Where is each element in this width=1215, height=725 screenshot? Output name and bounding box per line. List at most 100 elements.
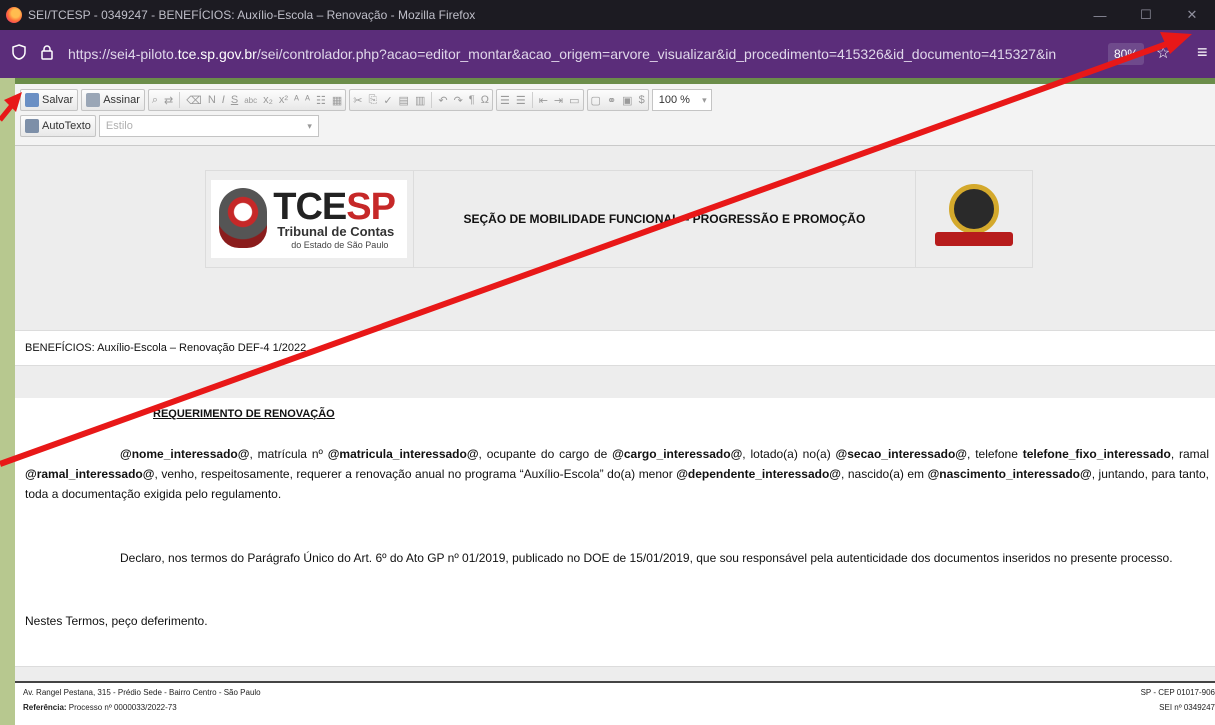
- logo-cell: TCESP Tribunal de Contas do Estado de Sã…: [206, 171, 414, 267]
- superscript-button[interactable]: x²: [279, 94, 288, 106]
- text-size-icon[interactable]: ᴬ: [305, 94, 310, 106]
- text-run: , nascido(a) em: [841, 467, 928, 481]
- case-icon[interactable]: ᴬ: [294, 94, 299, 106]
- bold-button[interactable]: N: [208, 94, 216, 106]
- sign-button[interactable]: Assinar: [81, 89, 145, 111]
- replace-icon[interactable]: ⇄: [164, 94, 173, 107]
- window-titlebar: SEI/TCESP - 0349247 - BENEFÍCIOS: Auxíli…: [0, 0, 1215, 30]
- url-path: /sei/controlador.php?acao=editor_montar&…: [256, 46, 1057, 62]
- dollar-icon[interactable]: $: [639, 94, 645, 106]
- emblem-icon: [935, 184, 1014, 254]
- url-bar: https://sei4-piloto.tce.sp.gov.br/sei/co…: [0, 30, 1215, 78]
- url-domain: tce.sp.gov.br: [177, 46, 257, 62]
- eraser-icon[interactable]: ⌫: [186, 94, 202, 107]
- toolbar-row-2: AutoTexto Estilo: [20, 114, 319, 138]
- text-run: , telefone: [967, 447, 1023, 461]
- toolbar-row-1: Salvar Assinar ⌕ ⇄ ⌫ N I S abc x₂ x² ᴬ ᴬ…: [20, 88, 712, 112]
- block-icon[interactable]: ▢: [591, 94, 601, 107]
- lock-icon[interactable]: [38, 44, 56, 64]
- outdent-icon[interactable]: ⇤: [539, 94, 548, 107]
- logo-tce: TCE: [273, 186, 347, 228]
- field-nascimento: @nascimento_interessado@: [927, 467, 1092, 481]
- paragraph-closing: Nestes Termos, peço deferimento.: [25, 614, 208, 628]
- sp-seal-icon: [219, 188, 268, 248]
- list-style-icon[interactable]: ☷: [316, 94, 326, 107]
- emblem-ring: [949, 184, 1000, 234]
- header-region: TCESP Tribunal de Contas do Estado de Sã…: [15, 146, 1215, 330]
- field-ramal: @ramal_interessado@: [25, 467, 155, 481]
- field-cargo: @cargo_interessado@: [612, 447, 743, 461]
- paste-text-icon[interactable]: ▥: [415, 94, 425, 107]
- bookmark-star-icon[interactable]: ☆: [1156, 43, 1170, 63]
- zoom-indicator[interactable]: 80%: [1108, 43, 1145, 65]
- window-controls: — ☐ ✕: [1077, 0, 1215, 30]
- spellcheck-icon[interactable]: ✓: [383, 94, 392, 107]
- document-editor[interactable]: TCESP Tribunal de Contas do Estado de Sã…: [15, 146, 1215, 725]
- minimize-icon[interactable]: —: [1077, 0, 1123, 30]
- link-icon[interactable]: ⚭: [607, 94, 616, 107]
- firefox-icon: [6, 7, 22, 23]
- text-run: , ramal: [1170, 447, 1209, 461]
- save-button[interactable]: Salvar: [20, 89, 79, 111]
- autotext-button[interactable]: AutoTexto: [20, 115, 96, 137]
- indent-icon[interactable]: ⇥: [554, 94, 563, 107]
- subscript-button[interactable]: x₂: [263, 94, 273, 106]
- pilcrow-icon[interactable]: ¶: [469, 94, 475, 106]
- toolbar-separator: [179, 92, 181, 108]
- maximize-icon[interactable]: ☐: [1123, 0, 1169, 30]
- hamburger-menu-icon[interactable]: ≡: [1197, 42, 1208, 63]
- logo-wordmark: TCESP: [273, 186, 396, 229]
- header-table: TCESP Tribunal de Contas do Estado de Sã…: [205, 170, 1033, 268]
- copy-icon[interactable]: ⎘: [369, 94, 378, 107]
- paragraph-declaration: Declaro, nos termos do Parágrafo Único d…: [120, 551, 1173, 565]
- toolbar-separator: [531, 92, 533, 108]
- format-group: ⌕ ⇄ ⌫ N I S abc x₂ x² ᴬ ᴬ ☷ ▦: [147, 89, 347, 111]
- editor-toolbar: Salvar Assinar ⌕ ⇄ ⌫ N I S abc x₂ x² ᴬ ᴬ…: [15, 84, 1215, 146]
- paragraph-group: ☰ ☰ ⇤ ⇥ ▭: [495, 89, 584, 111]
- footer-sei-number: SEI nº 0349247: [1159, 703, 1215, 712]
- bullet-list-icon[interactable]: ☰: [516, 94, 526, 107]
- redo-icon[interactable]: ↷: [454, 94, 463, 107]
- style-select[interactable]: Estilo: [98, 115, 319, 137]
- footer-ref-label: Referência:: [23, 703, 67, 712]
- sign-label: Assinar: [103, 94, 140, 106]
- url-input[interactable]: https://sei4-piloto.tce.sp.gov.br/sei/co…: [68, 46, 1090, 62]
- emblem-cell: [916, 171, 1032, 267]
- paragraph-request: @nome_interessado@, matrícula nº @matric…: [25, 444, 1209, 504]
- footer-address: Av. Rangel Pestana, 315 - Prédio Sede - …: [23, 688, 261, 697]
- text-run: , venho, respeitosamente, requerer a ren…: [154, 467, 677, 481]
- close-icon[interactable]: ✕: [1169, 0, 1215, 30]
- text-run: , matrícula nº: [249, 447, 328, 461]
- logo-subtitle: Tribunal de Contas: [277, 224, 395, 239]
- autotext-icon: [25, 119, 39, 133]
- undo-icon[interactable]: ↶: [438, 94, 447, 107]
- zoom-select[interactable]: 100 %: [651, 89, 712, 111]
- numbered-list-icon[interactable]: ☰: [500, 94, 510, 107]
- table-icon[interactable]: ▦: [332, 94, 342, 107]
- sidebar-strip: [0, 78, 15, 725]
- text-run: , ocupante do cargo de: [478, 447, 613, 461]
- italic-button[interactable]: I: [222, 94, 225, 106]
- window-title: SEI/TCESP - 0349247 - BENEFÍCIOS: Auxíli…: [28, 8, 476, 22]
- header-title: SEÇÃO DE MOBILIDADE FUNCIONAL – PROGRESS…: [414, 171, 917, 267]
- field-nome: @nome_interessado@: [120, 447, 250, 461]
- floppy-icon: [25, 93, 39, 107]
- shield-icon[interactable]: [10, 44, 28, 64]
- cut-icon[interactable]: ✂: [353, 94, 362, 107]
- image-icon[interactable]: ▭: [569, 94, 579, 107]
- omega-icon[interactable]: Ω: [481, 94, 489, 106]
- sei-link-icon[interactable]: ▣: [622, 94, 632, 107]
- footer-cep: SP - CEP 01017-906: [1140, 688, 1215, 697]
- document-footer: Av. Rangel Pestana, 315 - Prédio Sede - …: [15, 681, 1215, 725]
- field-telefone: telefone_fixo_interessado: [1022, 447, 1171, 461]
- logo-sp: SP: [346, 186, 396, 228]
- footer-band: [15, 666, 1215, 681]
- url-prefix: https://sei4-piloto.: [68, 46, 178, 62]
- field-matricula: @matricula_interessado@: [327, 447, 479, 461]
- paste-icon[interactable]: ▤: [399, 94, 409, 107]
- underline-button[interactable]: S: [231, 94, 238, 106]
- strike-button[interactable]: abc: [244, 96, 257, 105]
- find-icon[interactable]: ⌕: [152, 94, 158, 107]
- edit-group: ✂ ⎘ ✓ ▤ ▥ ↶ ↷ ¶ Ω: [349, 89, 493, 111]
- toolbar-separator: [431, 92, 433, 108]
